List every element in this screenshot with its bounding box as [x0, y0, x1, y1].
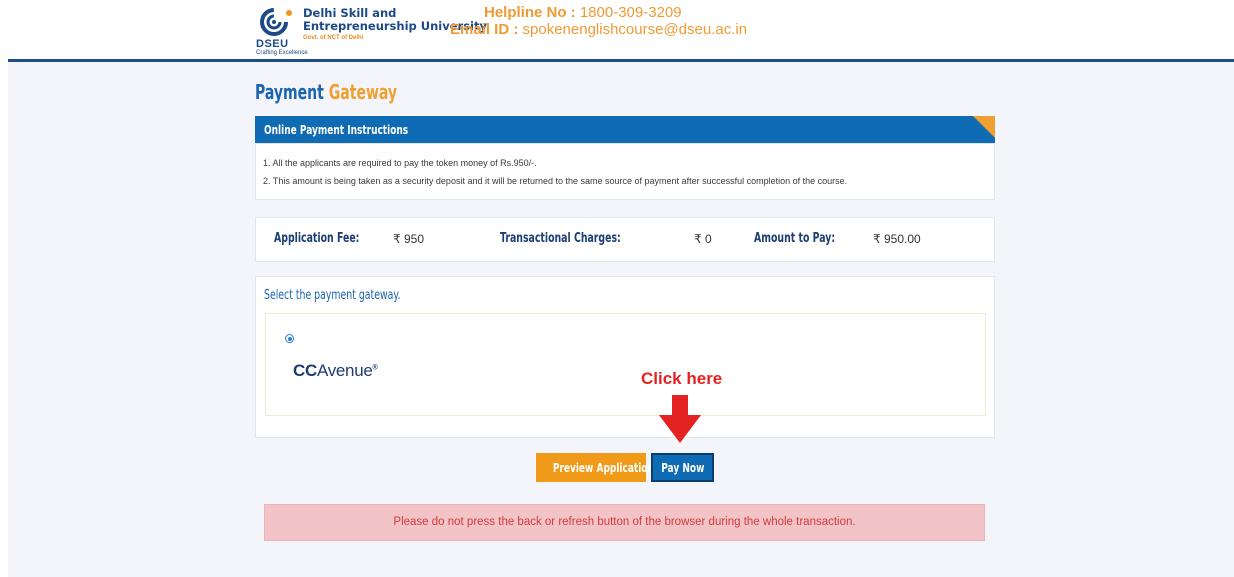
down-arrow-icon — [659, 395, 701, 443]
amount-to-pay-label: Amount to Pay: — [754, 231, 836, 246]
govt-label: Govt. of NCT of Delhi — [303, 35, 364, 41]
ccavenue-logo[interactable]: CCAvenue® — [293, 361, 378, 381]
dseu-logo-text: DSEU — [256, 38, 289, 50]
email-address: spokenenglishcourse@dseu.ac.in — [522, 21, 748, 38]
warning-banner: Please do not press the back or refresh … — [264, 504, 985, 541]
ccavenue-radio[interactable] — [285, 334, 294, 343]
preview-application-button[interactable]: Preview Application — [536, 453, 654, 482]
transactional-charges-value: ₹ 0 — [694, 232, 712, 246]
amount-to-pay-value: ₹ 950.00 — [873, 232, 921, 246]
instructions-body: 1. All the applicants are required to pa… — [255, 143, 995, 200]
gateway-selection: Select the payment gateway. CCAvenue® — [255, 276, 995, 438]
warning-text: Please do not press the back or refresh … — [393, 516, 856, 528]
application-fee-label: Application Fee: — [274, 231, 360, 246]
logo-tagline: Crafting Excellence — [256, 50, 308, 56]
page-title: Payment Gateway — [255, 80, 398, 104]
email-contact: Email ID : spokenenglishcourse@dseu.ac.i… — [450, 21, 748, 38]
instruction-item: 2. This amount is being taken as a secur… — [263, 176, 848, 186]
pay-now-button[interactable]: Pay Now — [651, 453, 714, 482]
corner-accent — [973, 116, 995, 138]
helpline-number: 1800-309-3209 — [579, 4, 682, 21]
fee-summary: Application Fee: ₹ 950 Transactional Cha… — [255, 217, 995, 262]
instructions-header: Online Payment Instructions — [255, 116, 995, 143]
helpline: Helpline No : 1800-309-3209 — [484, 4, 682, 21]
site-header: DSEU Crafting Excellence Delhi Skill and… — [0, 0, 1234, 59]
gateway-option[interactable]: CCAvenue® — [265, 313, 986, 416]
click-here-annotation: Click here — [641, 369, 723, 388]
transactional-charges-label: Transactional Charges: — [500, 231, 621, 246]
application-fee-value: ₹ 950 — [393, 232, 424, 246]
gateway-title: Select the payment gateway. — [264, 288, 401, 303]
dseu-logo-icon — [260, 8, 292, 36]
instruction-item: 1. All the applicants are required to pa… — [263, 158, 537, 168]
